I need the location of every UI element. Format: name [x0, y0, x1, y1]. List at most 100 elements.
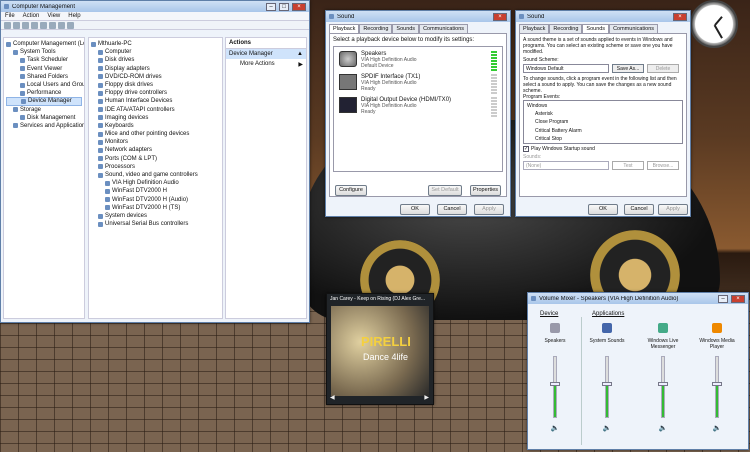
device-item[interactable]: Computer: [91, 48, 220, 56]
minimize-button[interactable]: –: [718, 294, 728, 303]
volume-slider-thumb[interactable]: [712, 382, 722, 386]
device-row[interactable]: SPDIF Interface (TX1) VIA High Definition…: [336, 72, 500, 95]
up-icon[interactable]: [22, 22, 29, 29]
device-item[interactable]: Mice and other pointing devices: [91, 130, 220, 138]
scheme-select[interactable]: Windows Default: [523, 64, 609, 73]
minimize-button[interactable]: –: [266, 2, 276, 11]
device-row[interactable]: Speakers VIA High Definition Audio Default…: [336, 49, 500, 72]
close-button[interactable]: ×: [493, 12, 507, 21]
event-item[interactable]: Critical Stop: [525, 135, 681, 143]
sound1-titlebar[interactable]: Sound ×: [326, 11, 510, 22]
back-icon[interactable]: [4, 22, 11, 29]
tree-item[interactable]: Device Manager: [6, 97, 82, 106]
device-item[interactable]: DVD/CD-ROM drives: [91, 73, 220, 81]
tree-item[interactable]: Services and Applications: [6, 122, 84, 130]
properties-button[interactable]: Properties: [470, 185, 501, 196]
tab-recording[interactable]: Recording: [359, 24, 393, 33]
menu-action[interactable]: Action: [23, 13, 40, 19]
sound-select[interactable]: (None): [523, 161, 609, 170]
startup-checkbox[interactable]: ✓: [523, 146, 529, 152]
tab-playback[interactable]: Playback: [329, 24, 360, 33]
menu-view[interactable]: View: [47, 13, 60, 19]
device-item[interactable]: Human Interface Devices: [91, 97, 220, 105]
channel-name[interactable]: Speakers: [532, 338, 578, 350]
device-item[interactable]: Disk drives: [91, 56, 220, 64]
close-button[interactable]: ×: [673, 12, 687, 21]
device-row[interactable]: Digital Output Device (HDMI/TX0) VIA High…: [336, 95, 500, 118]
device-item[interactable]: Network adapters: [91, 146, 220, 154]
more-actions[interactable]: More Actions ▶: [226, 59, 306, 70]
device-item[interactable]: VIA High Definition Audio: [91, 179, 220, 187]
startup-sound-row[interactable]: ✓ Play Windows Startup sound: [523, 146, 683, 152]
maximize-button[interactable]: □: [279, 2, 289, 11]
event-item[interactable]: Close Program: [525, 118, 681, 126]
tab-playback[interactable]: Playback: [519, 24, 550, 33]
menu-help[interactable]: Help: [68, 13, 80, 19]
mute-speaker-icon[interactable]: 🔈: [584, 424, 630, 432]
tree-item[interactable]: Disk Management: [6, 114, 82, 122]
close-button[interactable]: ×: [292, 2, 306, 11]
volume-slider[interactable]: [712, 356, 722, 418]
mute-speaker-icon[interactable]: 🔈: [640, 424, 686, 432]
tab-sounds[interactable]: Sounds: [582, 24, 610, 33]
tree-item[interactable]: Performance: [6, 89, 82, 97]
next-icon[interactable]: ▶: [424, 394, 429, 401]
set-default-button[interactable]: Set Default: [428, 185, 462, 196]
apply-button[interactable]: Apply: [474, 204, 504, 215]
device-item[interactable]: WinFast DTV2000 H: [91, 187, 220, 195]
cancel-button[interactable]: Cancel: [624, 204, 654, 215]
volume-slider-thumb[interactable]: [602, 382, 612, 386]
ok-button[interactable]: OK: [588, 204, 618, 215]
browse-button[interactable]: Browse...: [647, 161, 679, 170]
device-item[interactable]: Ports (COM & LPT): [91, 155, 220, 163]
mixer-titlebar[interactable]: Volume Mixer - Speakers (VIA High Defini…: [528, 293, 748, 304]
device-item[interactable]: Universal Serial Bus controllers: [91, 220, 220, 228]
device-item[interactable]: System devices: [91, 212, 220, 220]
tree-item[interactable]: Task Scheduler: [6, 56, 82, 64]
close-button[interactable]: ×: [731, 294, 745, 303]
tab-recording[interactable]: Recording: [549, 24, 583, 33]
tree-item[interactable]: Computer Management (Local: [6, 40, 84, 48]
device-item[interactable]: IDE ATA/ATAPI controllers: [91, 106, 220, 114]
event-item[interactable]: Windows: [525, 102, 681, 110]
test-button[interactable]: Test: [612, 161, 644, 170]
device-item[interactable]: Imaging devices: [91, 114, 220, 122]
update-driver-icon[interactable]: [58, 22, 65, 29]
event-item[interactable]: Asterisk: [525, 110, 681, 118]
actions-device-manager[interactable]: Device Manager ▲: [226, 49, 306, 59]
tab-sounds[interactable]: Sounds: [392, 24, 420, 33]
properties-icon[interactable]: [31, 22, 38, 29]
sound2-titlebar[interactable]: Sound ×: [516, 11, 690, 22]
device-item[interactable]: Display adapters: [91, 65, 220, 73]
uninstall-icon[interactable]: [67, 22, 74, 29]
mute-speaker-icon[interactable]: 🔈: [532, 424, 578, 432]
previous-icon[interactable]: ◀: [330, 394, 335, 401]
volume-slider-thumb[interactable]: [550, 382, 560, 386]
scan-icon[interactable]: [49, 22, 56, 29]
device-item[interactable]: Keyboards: [91, 122, 220, 130]
apply-button[interactable]: Apply: [658, 204, 688, 215]
device-item[interactable]: WinFast DTV2000 H (Audio): [91, 196, 220, 204]
event-item[interactable]: Critical Battery Alarm: [525, 127, 681, 135]
tab-communications[interactable]: Communications: [609, 24, 659, 33]
volume-slider[interactable]: [550, 356, 560, 418]
device-item[interactable]: Floppy disk drives: [91, 81, 220, 89]
cancel-button[interactable]: Cancel: [437, 204, 467, 215]
device-item[interactable]: Mthuarle-PC: [91, 40, 220, 48]
device-item[interactable]: Monitors: [91, 138, 220, 146]
volume-slider[interactable]: [602, 356, 612, 418]
cm-titlebar[interactable]: Computer Management – □ ×: [1, 1, 309, 12]
tree-item[interactable]: Local Users and Groups: [6, 81, 84, 89]
device-item[interactable]: Sound, video and game controllers: [91, 171, 220, 179]
device-item[interactable]: Floppy drive controllers: [91, 89, 220, 97]
volume-slider[interactable]: [658, 356, 668, 418]
tree-item[interactable]: Event Viewer: [6, 65, 82, 73]
device-item[interactable]: WinFast DTV2000 H (TS): [91, 204, 220, 212]
save-as-button[interactable]: Save As...: [612, 64, 644, 73]
delete-button[interactable]: Delete: [647, 64, 679, 73]
event-item[interactable]: Default Beep: [525, 143, 681, 144]
volume-slider-thumb[interactable]: [658, 382, 668, 386]
help-icon[interactable]: [40, 22, 47, 29]
mute-speaker-icon[interactable]: 🔈: [694, 424, 740, 432]
ok-button[interactable]: OK: [400, 204, 430, 215]
